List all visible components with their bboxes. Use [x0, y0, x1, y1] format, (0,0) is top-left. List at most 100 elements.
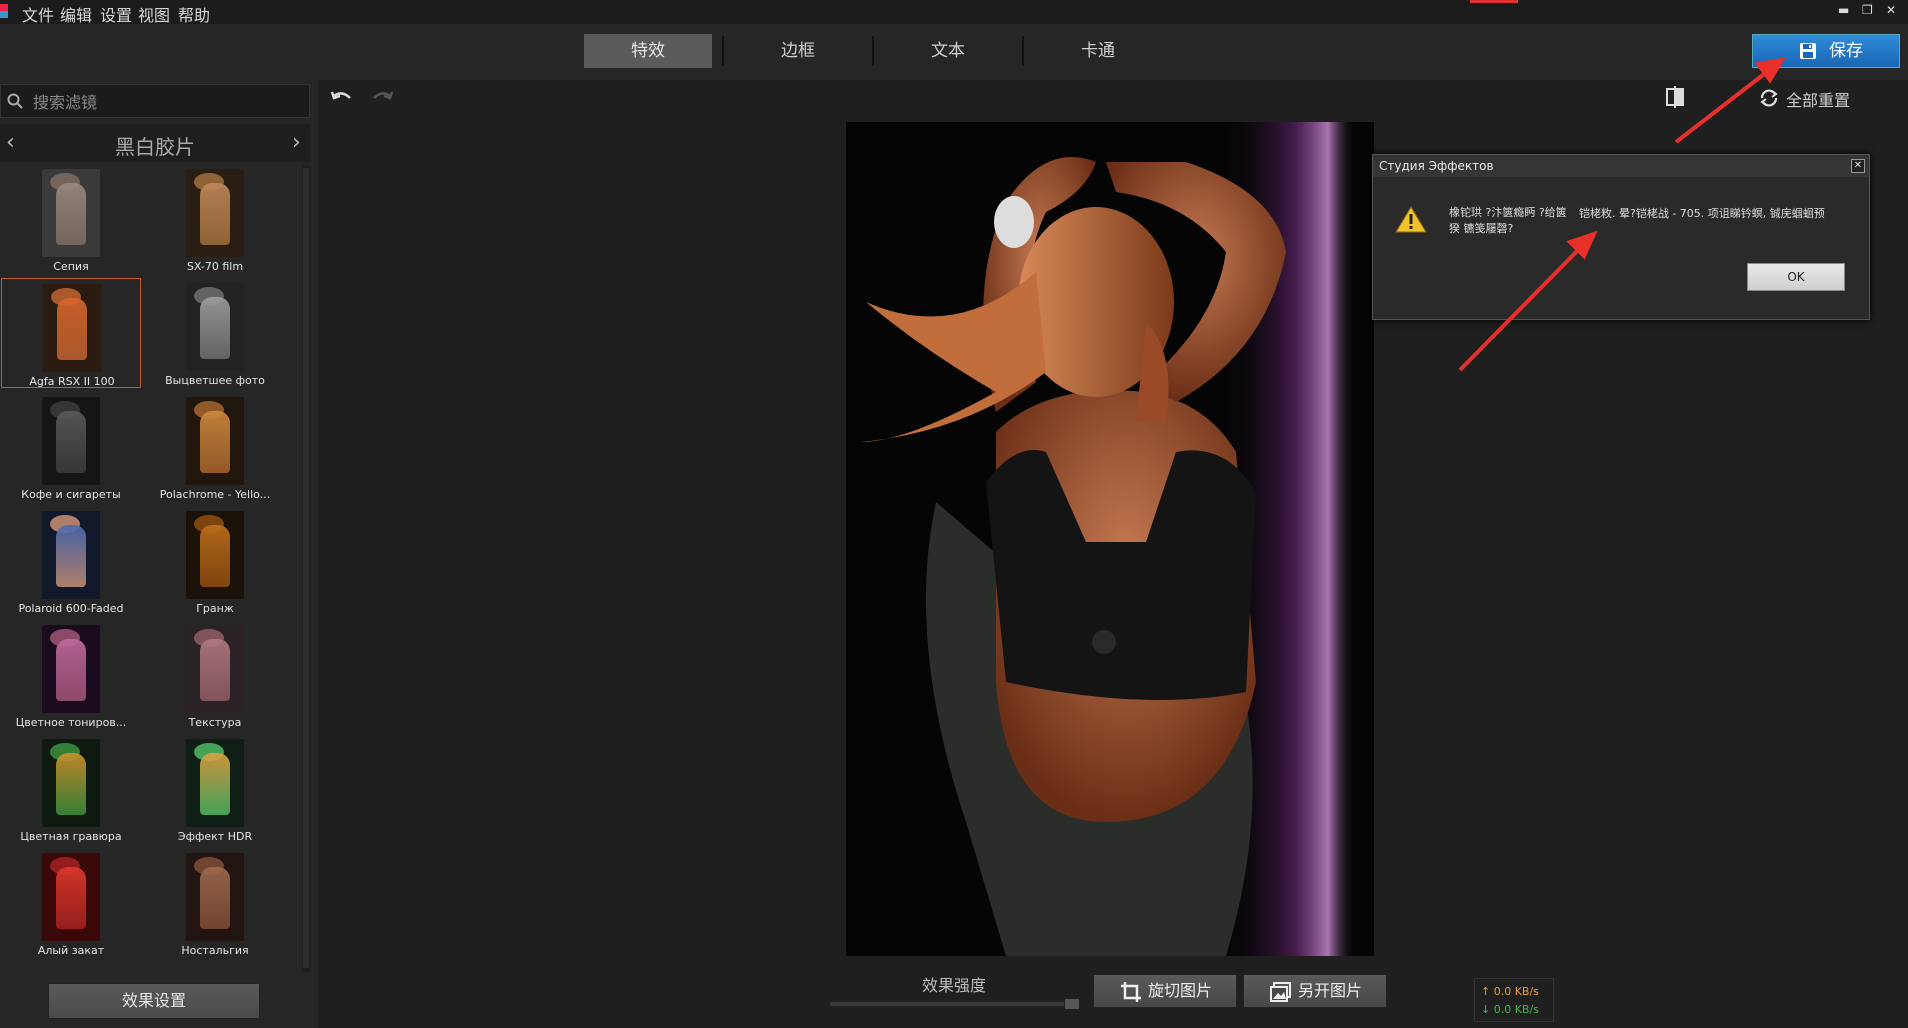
tab-divider: [872, 36, 874, 66]
thumbnail-figure: [200, 183, 230, 245]
thumbnail-figure: [57, 298, 87, 360]
filter-tile[interactable]: Текстура: [145, 620, 285, 730]
filter-tile[interactable]: Эффект HDR: [145, 734, 285, 844]
reset-all-label: 全部重置: [1786, 91, 1851, 110]
error-dialog: Студия Эффектов ✕ 橡铊珙 ?汴篋瘾眄 ?给篋猤 镳笺屦磬? 铠…: [1372, 154, 1870, 320]
crop-image-button[interactable]: 旋切图片: [1093, 974, 1237, 1008]
filter-thumbnail: [186, 283, 244, 371]
filter-tile[interactable]: Polaroid 600-Faded: [1, 506, 141, 616]
filter-thumbnail: [186, 169, 244, 257]
filter-label: Выцветшее фото: [165, 374, 265, 387]
menu-bar: 文件 编辑 设置 视图 帮助 ▬ ❐ ✕: [0, 0, 1908, 26]
dialog-message-left: 橡铊珙 ?汴篋瘾眄 ?给篋猤 镳笺屦磬?: [1449, 206, 1567, 235]
thumbnail-figure: [200, 867, 230, 929]
filter-grid: Сепия SX-70 film Agfa RSX II 100 Выцветшее …: [0, 162, 310, 974]
dialog-title: Студия Эффектов: [1379, 159, 1494, 173]
filter-thumbnail: [43, 284, 101, 372]
filter-label: SX-70 film: [186, 260, 244, 273]
title-accent-mark: [1470, 0, 1518, 3]
filter-thumbnail: [42, 625, 100, 713]
compare-icon[interactable]: [1664, 86, 1686, 108]
filter-thumbnail: [42, 511, 100, 599]
filter-tile[interactable]: Кофе и сигареты: [1, 392, 141, 502]
filter-thumbnail: [42, 853, 100, 941]
ok-button[interactable]: OK: [1747, 263, 1845, 291]
thumbnail-figure: [56, 183, 86, 245]
filter-label: Сепия: [53, 260, 89, 273]
filter-label: Гранж: [196, 602, 234, 615]
network-rate: ↑ 0.0 KB/s ↓ 0.0 KB/s: [1474, 978, 1554, 1022]
menu-view[interactable]: 视图: [138, 2, 170, 26]
filter-label: Текстура: [188, 716, 242, 729]
filter-label: Цветная гравюра: [20, 830, 122, 843]
dialog-titlebar: Студия Эффектов ✕: [1373, 155, 1869, 177]
category-next-button[interactable]: ›: [292, 130, 301, 155]
tab-divider: [1022, 36, 1024, 66]
menu-help[interactable]: 帮助: [178, 2, 210, 26]
filter-thumbnail: [186, 853, 244, 941]
category-nav: ‹ 黑白胶片 ›: [0, 124, 310, 162]
crop-icon: [1121, 982, 1141, 1002]
filter-tile[interactable]: Выцветшее фото: [145, 278, 285, 388]
filter-label: Polachrome - Yello...: [159, 488, 271, 501]
tab-divider: [722, 36, 724, 66]
category-title: 黑白胶片: [115, 135, 195, 159]
filter-tile[interactable]: Цветная гравюра: [1, 734, 141, 844]
thumbnail-figure: [200, 297, 230, 359]
download-rate: ↓ 0.0 KB/s: [1481, 1003, 1539, 1016]
thumbnail-figure: [56, 411, 86, 473]
filter-thumbnail: [186, 397, 244, 485]
save-button[interactable]: 保存: [1752, 34, 1900, 68]
minimize-icon[interactable]: ▬: [1838, 3, 1849, 17]
filter-scrollbar-thumb[interactable]: [303, 168, 309, 968]
image-icon: [1270, 982, 1291, 1002]
open-image-label: 另开图片: [1298, 981, 1363, 1000]
filter-thumbnail: [186, 625, 244, 713]
thumbnail-figure: [200, 525, 230, 587]
restore-icon[interactable]: ❐: [1862, 3, 1873, 17]
woman-photo-image: [846, 122, 1374, 956]
redo-icon[interactable]: [370, 88, 394, 108]
thumbnail-figure: [56, 639, 86, 701]
filter-tile[interactable]: Ностальгия: [145, 848, 285, 958]
close-icon[interactable]: ✕: [1886, 3, 1896, 17]
filter-thumbnail: [186, 739, 244, 827]
effect-strength-handle[interactable]: [1064, 998, 1080, 1010]
floppy-icon: [1800, 43, 1816, 59]
dialog-close-icon[interactable]: ✕: [1851, 159, 1865, 173]
filter-tile[interactable]: Agfa RSX II 100: [1, 278, 141, 388]
warning-icon: [1395, 206, 1427, 233]
filter-thumbnail: [186, 511, 244, 599]
app-icon: [0, 4, 8, 18]
save-label: 保存: [1829, 41, 1863, 61]
open-image-button[interactable]: 另开图片: [1243, 974, 1387, 1008]
filter-label: Ностальгия: [181, 944, 249, 957]
filter-label: Polaroid 600-Faded: [18, 602, 124, 615]
effect-strength-slider[interactable]: [830, 1002, 1078, 1006]
thumbnail-figure: [200, 639, 230, 701]
thumbnail-figure: [200, 753, 230, 815]
menu-edit[interactable]: 编辑: [60, 2, 92, 26]
thumbnail-figure: [56, 525, 86, 587]
filter-search-box[interactable]: [0, 84, 310, 118]
effect-settings-button[interactable]: 效果设置: [48, 983, 260, 1019]
filter-label: Алый закат: [37, 944, 105, 957]
filter-tile[interactable]: Polachrome - Yello...: [145, 392, 285, 502]
filter-tile[interactable]: Цветное тониров...: [1, 620, 141, 730]
undo-icon[interactable]: [330, 88, 354, 108]
filter-tile[interactable]: Алый закат: [1, 848, 141, 958]
menu-file[interactable]: 文件: [22, 2, 54, 26]
filter-tile[interactable]: Гранж: [145, 506, 285, 616]
tab-cartoon[interactable]: 卡通: [1036, 34, 1160, 68]
tab-effects[interactable]: 特效: [584, 34, 712, 68]
tab-text[interactable]: 文本: [886, 34, 1010, 68]
thumbnail-figure: [56, 867, 86, 929]
filter-label: Цветное тониров...: [15, 716, 127, 729]
search-input[interactable]: [31, 88, 305, 116]
filter-tile[interactable]: Сепия: [1, 164, 141, 274]
dialog-message-right: 铠栳敉. 晕?铠栳战 - 705. 项诅睇钤螟, 铖庑蝈蛔预: [1579, 207, 1825, 220]
tab-frames[interactable]: 边框: [736, 34, 860, 68]
menu-settings[interactable]: 设置: [100, 2, 132, 26]
filter-tile[interactable]: SX-70 film: [145, 164, 285, 274]
search-icon: [7, 93, 23, 109]
